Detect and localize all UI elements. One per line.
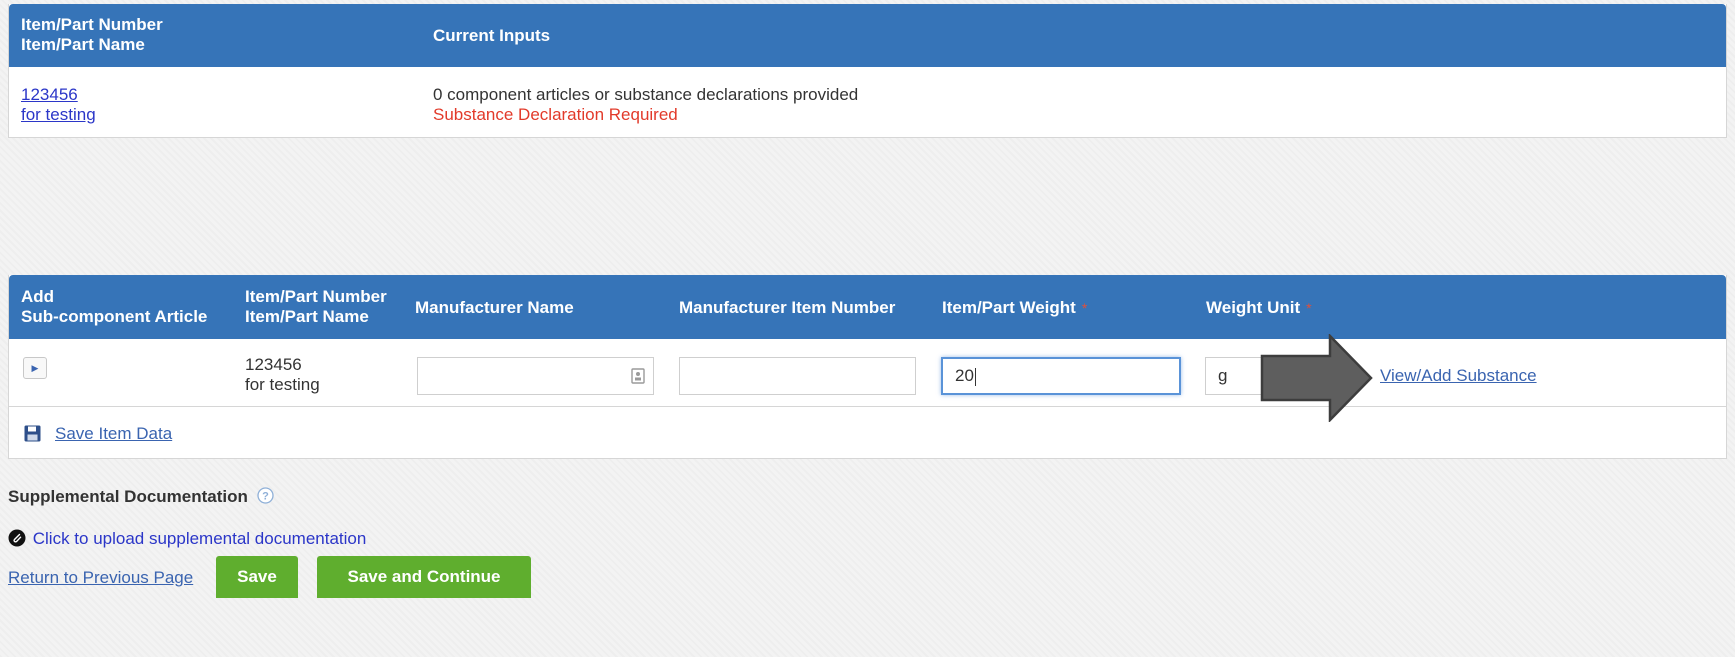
save-item-data-row: Save Item Data	[9, 407, 1726, 459]
current-inputs-cell: 0 component articles or substance declar…	[433, 85, 858, 125]
text-caret	[974, 367, 976, 386]
view-add-substance-link[interactable]: View/Add Substance	[1380, 366, 1537, 386]
supplemental-title: Supplemental Documentation ?	[8, 487, 274, 507]
header-part-name: Item/Part Name	[21, 35, 145, 54]
substance-warning: Substance Declaration Required	[433, 105, 678, 124]
floppy-disk-icon	[24, 425, 41, 442]
header-current-inputs: Current Inputs	[433, 26, 551, 45]
save-and-continue-button[interactable]: Save and Continue	[317, 556, 531, 598]
header-manufacturer-name: Manufacturer Name	[415, 298, 574, 317]
required-marker: *	[1306, 300, 1312, 316]
header-part-weight: Item/Part Weight *	[942, 298, 1087, 318]
header-add-line2: Sub-component Article	[21, 307, 208, 326]
header-weight-unit: Weight Unit *	[1206, 298, 1312, 318]
header-add-line1: Add	[21, 287, 55, 306]
supplemental-title-text: Supplemental Documentation	[8, 487, 248, 506]
current-inputs-row: 123456 for testing 0 component articles …	[9, 67, 1726, 138]
header-part-weight-label: Item/Part Weight	[942, 298, 1076, 317]
contact-card-icon[interactable]	[631, 368, 645, 384]
save-button[interactable]: Save	[216, 556, 298, 598]
current-inputs-header: Item/Part Number Item/Part Name Current …	[9, 4, 1726, 67]
part-link-group: 123456 for testing	[21, 85, 96, 125]
component-row: ▶ 123456 for testing 20 g View/Add Subst…	[9, 339, 1726, 407]
header-weight-unit-label: Weight Unit	[1206, 298, 1301, 317]
arrow-right-icon	[1260, 334, 1373, 422]
header-part-name-2: Item/Part Name	[245, 307, 369, 326]
header-add-sub-component: Add Sub-component Article	[21, 287, 207, 327]
header-part-number-2: Item/Part Number	[245, 287, 387, 306]
paperclip-icon	[8, 529, 26, 547]
upload-documentation-link[interactable]: Click to upload supplemental documentati…	[33, 529, 367, 548]
row-part-number: 123456	[245, 355, 302, 374]
required-marker: *	[1081, 300, 1088, 316]
part-weight-input[interactable]: 20	[941, 357, 1181, 395]
question-circle-icon[interactable]: ?	[257, 487, 274, 504]
current-inputs-table: Item/Part Number Item/Part Name Current …	[8, 4, 1727, 138]
row-part-name: for testing	[245, 375, 320, 394]
upload-row: Click to upload supplemental documentati…	[8, 529, 366, 549]
manufacturer-item-number-input[interactable]	[679, 357, 916, 395]
header-item-part: Item/Part Number Item/Part Name	[21, 15, 163, 55]
triangle-right-icon: ▶	[31, 363, 39, 373]
inputs-count-text: 0 component articles or substance declar…	[433, 85, 859, 104]
return-to-previous-page-link[interactable]: Return to Previous Page	[8, 568, 193, 588]
component-table-header: Add Sub-component Article Item/Part Numb…	[9, 275, 1726, 339]
part-name-link[interactable]: for testing	[21, 105, 96, 125]
manufacturer-name-input[interactable]	[417, 357, 654, 395]
row-part-cell: 123456 for testing	[245, 355, 320, 395]
header-part-number: Item/Part Number	[21, 15, 163, 34]
part-number-link[interactable]: 123456	[21, 85, 96, 105]
part-weight-value: 20	[955, 366, 974, 385]
component-table: Add Sub-component Article Item/Part Numb…	[8, 275, 1727, 459]
expand-row-button[interactable]: ▶	[23, 357, 47, 379]
header-item-part-2: Item/Part Number Item/Part Name	[245, 287, 387, 327]
header-manufacturer-item-number: Manufacturer Item Number	[679, 298, 896, 317]
save-item-data-link[interactable]: Save Item Data	[55, 424, 172, 444]
svg-text:?: ?	[262, 491, 269, 503]
